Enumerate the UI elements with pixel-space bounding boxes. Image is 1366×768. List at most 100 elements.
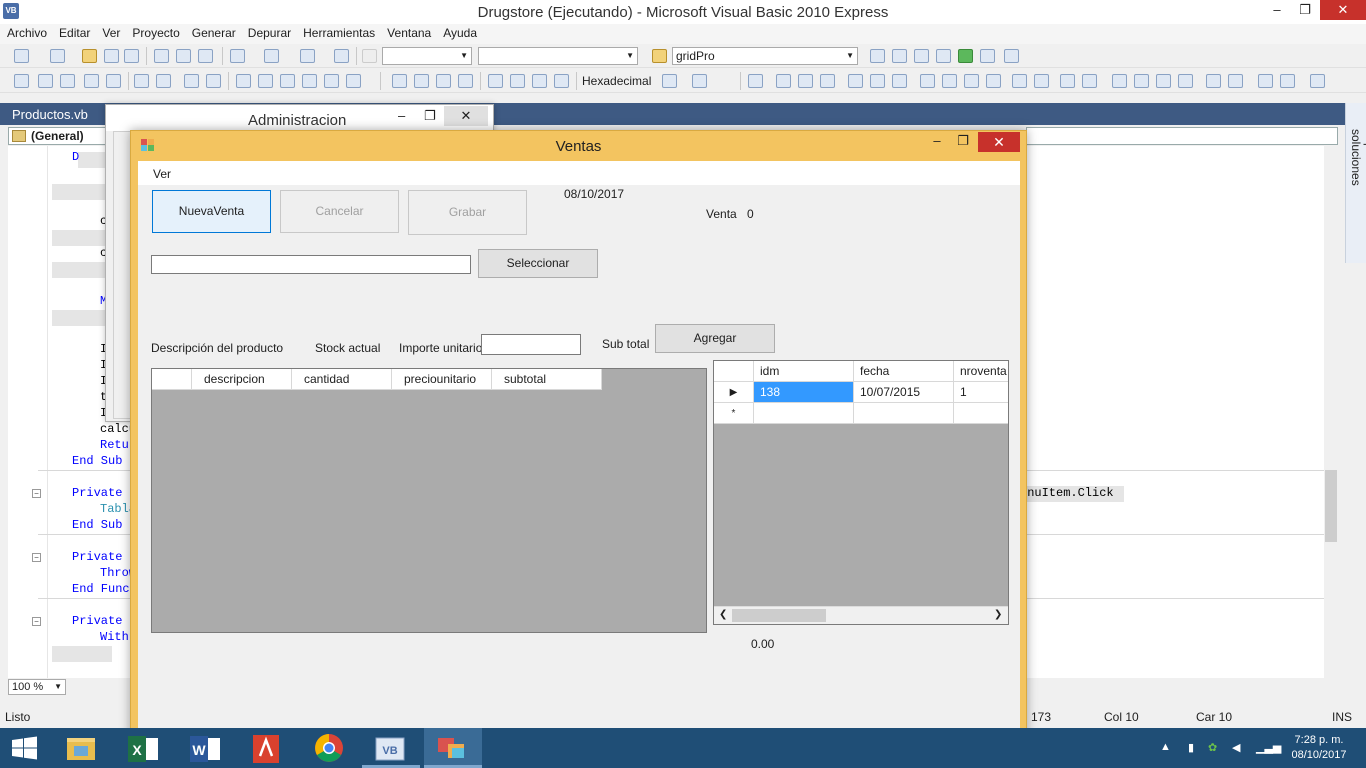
taskbar-chrome[interactable] (300, 728, 358, 768)
remove-vspacing-icon[interactable] (1178, 74, 1193, 88)
seleccionar-button[interactable]: Seleccionar (478, 249, 598, 278)
object-browser-icon[interactable] (914, 49, 929, 63)
align-grid-icon[interactable] (892, 74, 907, 88)
menu-depurar[interactable]: Depurar (241, 24, 296, 40)
taskbar-file-explorer[interactable] (52, 728, 110, 768)
platform-combo[interactable]: ▼ (478, 47, 638, 65)
bookmark-next-icon[interactable] (280, 74, 295, 88)
signal-icon[interactable]: ▁▃▅ (1256, 741, 1281, 755)
layout-icon[interactable] (14, 74, 29, 88)
bookmark-folder-icon[interactable] (324, 74, 339, 88)
comment-icon[interactable] (184, 74, 199, 88)
menu-generar[interactable]: Generar (185, 24, 241, 40)
column-header[interactable]: preciounitario (392, 369, 492, 390)
align-tops-icon[interactable] (820, 74, 835, 88)
grabar-button[interactable]: Grabar (408, 190, 527, 235)
align-centers-icon[interactable] (776, 74, 791, 88)
save-all-icon[interactable] (124, 49, 139, 63)
ventas-close-button[interactable]: ✕ (978, 132, 1020, 152)
table-cell[interactable] (754, 403, 854, 424)
pointer-icon[interactable] (60, 74, 75, 88)
vertical-spacing-icon[interactable] (1112, 74, 1127, 88)
bookmark-prev-icon[interactable] (258, 74, 273, 88)
send-to-back-icon[interactable] (1280, 74, 1295, 88)
hexadecimal-icon[interactable] (662, 74, 677, 88)
taskbar-acrobat[interactable] (238, 728, 296, 768)
ventas-grid[interactable]: idm fecha nroventa ▶ 138 10/07/2015 1 * … (713, 360, 1009, 625)
add-item-icon[interactable] (50, 49, 65, 63)
same-height-icon[interactable] (942, 74, 957, 88)
center-horizontally-icon[interactable] (1206, 74, 1221, 88)
column-header[interactable]: nroventa (954, 361, 1008, 382)
taskbar-excel[interactable]: X (114, 728, 172, 768)
stop-debug-icon[interactable] (436, 74, 451, 88)
table-cell[interactable]: 138 (754, 382, 854, 403)
find-in-files-icon[interactable] (652, 49, 667, 63)
same-width-icon[interactable] (920, 74, 935, 88)
configuration-combo[interactable]: ▼ (382, 47, 472, 65)
toolbox-icon[interactable] (936, 49, 951, 63)
column-header[interactable]: fecha (854, 361, 954, 382)
uncomment-icon[interactable] (206, 74, 221, 88)
table-cell[interactable]: 10/07/2015 (854, 382, 954, 403)
battery-icon[interactable]: ▮ (1188, 741, 1200, 755)
continue-icon[interactable] (392, 74, 407, 88)
find-combo[interactable]: gridPro ▼ (672, 47, 858, 65)
zoom-combo[interactable]: 100 % ▼ (8, 679, 66, 695)
indent-icon[interactable] (134, 74, 149, 88)
menu-editar[interactable]: Editar (52, 24, 95, 40)
step-over-icon[interactable] (532, 74, 547, 88)
scroll-thumb[interactable] (1325, 470, 1337, 542)
outdent-icon[interactable] (156, 74, 171, 88)
align-icon[interactable] (38, 74, 53, 88)
ventas-maximize-button[interactable]: ❐ (950, 133, 976, 153)
volume-icon[interactable]: ◀ (1232, 741, 1244, 755)
cancelar-button[interactable]: Cancelar (280, 190, 399, 233)
taskbar-running-app[interactable] (424, 728, 482, 768)
center-vertically-icon[interactable] (1228, 74, 1243, 88)
navigate-icon[interactable] (300, 49, 315, 63)
bring-to-front-icon[interactable] (1258, 74, 1273, 88)
menu-herramientas[interactable]: Herramientas (296, 24, 380, 40)
bookmark-icon[interactable] (236, 74, 251, 88)
column-header[interactable]: subtotal (492, 369, 602, 390)
column-header[interactable]: descripcion (192, 369, 292, 390)
align-rights-icon[interactable] (798, 74, 813, 88)
paste-icon[interactable] (198, 49, 213, 63)
ventas-minimize-button[interactable]: – (924, 133, 950, 153)
table-cell[interactable] (854, 403, 954, 424)
align-middles-icon[interactable] (848, 74, 863, 88)
find-icon[interactable] (870, 49, 885, 63)
scroll-right-icon[interactable]: ❯ (994, 609, 1002, 620)
bookmark-toggle-icon[interactable] (346, 74, 361, 88)
menu-ayuda[interactable]: Ayuda (436, 24, 482, 40)
align-lefts-icon[interactable] (748, 74, 763, 88)
hexadecimal-toggle[interactable]: Hexadecimal (582, 74, 651, 88)
copy-icon[interactable] (176, 49, 191, 63)
extension-manager-icon[interactable] (980, 49, 995, 63)
text-icon[interactable] (84, 74, 99, 88)
cut-icon[interactable] (154, 49, 169, 63)
size-to-grid-icon[interactable] (986, 74, 1001, 88)
taskbar-visual-basic[interactable]: VB (362, 728, 420, 768)
properties-icon[interactable] (892, 49, 907, 63)
show-hidden-icons-icon[interactable]: ▲ (1160, 741, 1172, 755)
decrease-vspacing-icon[interactable] (1156, 74, 1171, 88)
step-into-icon[interactable] (510, 74, 525, 88)
solution-explorer-tab[interactable]: Explorador de soluciones (1345, 103, 1366, 263)
start-debug-icon[interactable] (362, 49, 377, 63)
admin-close-button[interactable]: ✕ (444, 106, 488, 126)
admin-minimize-button[interactable]: – (398, 108, 405, 123)
scroll-thumb[interactable] (732, 609, 826, 622)
menu-proyecto[interactable]: Proyecto (125, 24, 184, 40)
bookmark-clear-icon[interactable] (302, 74, 317, 88)
items-grid[interactable]: descripcion cantidad preciounitario subt… (151, 368, 707, 633)
importe-input[interactable] (481, 334, 581, 355)
menu-ver[interactable]: Ver (95, 24, 125, 40)
table-cell[interactable]: 1 (954, 382, 1008, 403)
menu-ventana[interactable]: Ventana (380, 24, 436, 40)
tab-order-icon[interactable] (1310, 74, 1325, 88)
redo-icon[interactable] (264, 49, 279, 63)
table-cell[interactable] (954, 403, 1008, 424)
show-next-statement-icon[interactable] (488, 74, 503, 88)
